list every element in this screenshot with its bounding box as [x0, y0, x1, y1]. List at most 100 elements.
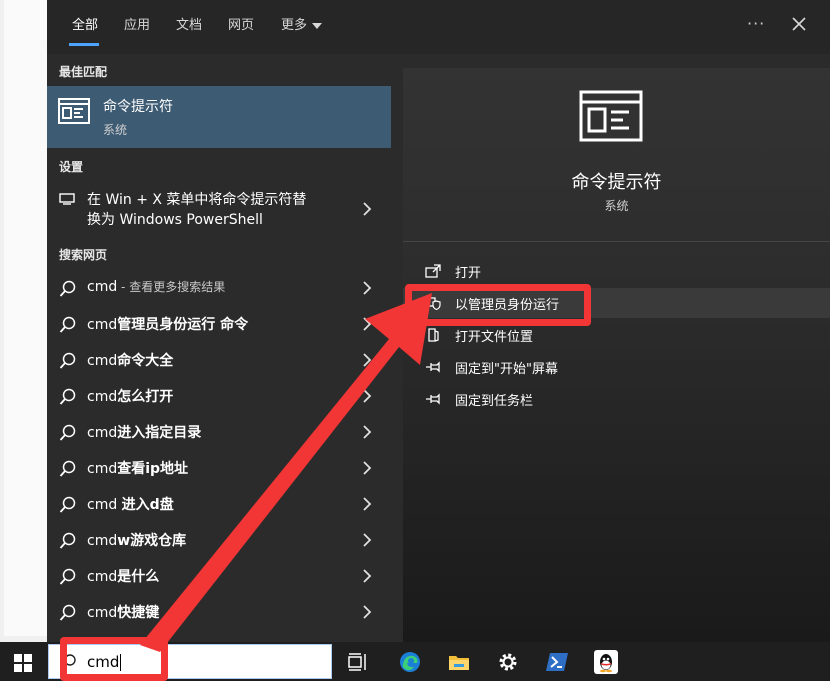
tab-all[interactable]: 全部 — [72, 16, 98, 36]
search-icon — [59, 568, 76, 585]
divider — [403, 241, 830, 242]
web-result-text: cmdw游戏仓库 — [87, 530, 186, 550]
action-open-label: 打开 — [455, 266, 482, 281]
pin-icon — [426, 393, 440, 405]
text-caret — [120, 654, 122, 671]
web-result-completion: 怎么打开 — [117, 389, 174, 405]
chevron-right-icon[interactable] — [362, 425, 372, 439]
web-result-row[interactable]: cmd 进入d盘 — [47, 486, 391, 522]
web-result-query: cmd — [87, 389, 118, 405]
action-pin-to-taskbar-label: 固定到任务栏 — [455, 394, 534, 409]
chevron-right-icon[interactable] — [362, 202, 372, 216]
search-input[interactable]: cmd — [87, 653, 122, 671]
cmd-app-large-icon — [579, 90, 643, 142]
section-best-match: 最佳匹配 — [59, 65, 108, 79]
section-settings: 设置 — [59, 160, 84, 174]
web-result-completion: w游戏仓库 — [117, 533, 187, 549]
web-result-text: cmd进入指定目录 — [87, 422, 201, 442]
active-tab-indicator — [69, 43, 99, 46]
search-icon — [59, 280, 76, 297]
chevron-right-icon[interactable] — [362, 353, 372, 367]
powershell-icon[interactable] — [545, 650, 569, 674]
chevron-right-icon[interactable] — [362, 533, 372, 547]
web-result-row[interactable]: cmd是什么 — [47, 558, 391, 594]
filter-tabs: 全部 应用 文档 网页 更多 ··· — [47, 0, 830, 54]
action-pin-to-taskbar[interactable]: 固定到任务栏 — [403, 384, 830, 414]
chevron-right-icon[interactable] — [362, 461, 372, 475]
action-open[interactable]: 打开 — [403, 256, 830, 286]
tab-more-label: 更多 — [281, 18, 308, 33]
search-icon — [59, 496, 76, 513]
setting-item-powershell[interactable]: 在 Win + X 菜单中将命令提示符替 换为 Windows PowerShel… — [47, 182, 391, 234]
best-match-item[interactable]: 命令提示符 系统 — [47, 86, 391, 148]
setting-line-1: 在 Win + X 菜单中将命令提示符替 — [87, 192, 307, 208]
web-result-query: cmd — [87, 353, 118, 369]
web-result-query: cmd — [87, 605, 118, 621]
tab-more[interactable]: 更多 — [281, 16, 323, 36]
web-result-text: cmd查看ip地址 — [87, 458, 188, 478]
web-result-row[interactable]: cmd怎么打开 — [47, 378, 391, 414]
chevron-right-icon[interactable] — [362, 317, 372, 331]
taskbar-search-box[interactable]: cmd — [48, 644, 332, 679]
results-list: 最佳匹配 命令提示符 系统 设置 在 Win + X 菜单中将命令提示符替 换为 … — [47, 54, 391, 642]
windows-start-icon[interactable] — [14, 654, 32, 672]
web-result-completion: 快捷键 — [117, 605, 160, 621]
action-run-as-admin[interactable]: 以管理员身份运行 — [403, 288, 830, 318]
web-result-text: cmd管理员身份运行 命令 — [87, 314, 248, 334]
tab-web[interactable]: 网页 — [228, 16, 254, 36]
section-web: 搜索网页 — [59, 248, 108, 262]
action-run-as-admin-label: 以管理员身份运行 — [455, 298, 560, 313]
web-result-completion: 查看ip地址 — [117, 461, 189, 477]
action-pin-to-start[interactable]: 固定到"开始"屏幕 — [403, 352, 830, 382]
tab-apps[interactable]: 应用 — [124, 16, 150, 36]
chevron-right-icon[interactable] — [362, 389, 372, 403]
search-icon — [61, 654, 76, 669]
web-result-query: cmd — [87, 461, 118, 477]
chevron-right-icon[interactable] — [362, 605, 372, 619]
web-result-text: cmd是什么 — [87, 566, 159, 586]
web-result-row[interactable]: cmd快捷键 — [47, 594, 391, 630]
web-result-query: cmd — [87, 533, 118, 549]
qq-icon[interactable] — [594, 650, 618, 674]
open-icon — [425, 264, 441, 278]
action-pin-to-start-label: 固定到"开始"屏幕 — [455, 362, 558, 377]
edge-icon[interactable] — [398, 650, 422, 674]
web-result-suffix: - 查看更多搜索结果 — [117, 280, 226, 294]
web-result-row[interactable]: cmd查看ip地址 — [47, 450, 391, 486]
web-result-row[interactable]: cmd命令大全 — [47, 342, 391, 378]
preview-app-type: 系统 — [604, 199, 629, 213]
search-icon — [59, 352, 76, 369]
web-result-row[interactable]: cmd管理员身份运行 命令 — [47, 306, 391, 342]
web-result-row[interactable]: cmdw游戏仓库 — [47, 522, 391, 558]
web-result-completion: 进入指定目录 — [117, 425, 202, 441]
web-result-completion: 管理员身份运行 命令 — [117, 317, 249, 333]
best-match-type: 系统 — [103, 123, 128, 137]
action-open-file-location[interactable]: 打开文件位置 — [403, 320, 830, 350]
web-result-row[interactable]: cmd进入指定目录 — [47, 414, 391, 450]
more-options-button[interactable]: ··· — [747, 14, 765, 33]
web-result-row[interactable]: cmd - 查看更多搜索结果 — [47, 270, 391, 306]
chevron-right-icon[interactable] — [362, 569, 372, 583]
preview-app-name: 命令提示符 — [571, 172, 662, 193]
web-result-query: cmd — [87, 279, 118, 295]
monitor-icon — [59, 193, 75, 205]
web-result-text: cmd 进入d盘 — [87, 494, 174, 514]
web-result-text: cmd快捷键 — [87, 602, 159, 622]
tab-documents[interactable]: 文档 — [176, 16, 202, 36]
folder-icon — [428, 328, 439, 342]
web-result-text: cmd - 查看更多搜索结果 — [87, 278, 225, 295]
close-icon[interactable] — [789, 14, 809, 34]
search-icon — [59, 460, 76, 477]
web-result-query: cmd — [87, 569, 118, 585]
web-result-text: cmd命令大全 — [87, 350, 173, 370]
search-icon — [59, 316, 76, 333]
web-result-query: cmd — [87, 425, 118, 441]
chevron-right-icon[interactable] — [362, 497, 372, 511]
settings-icon[interactable] — [496, 650, 520, 674]
task-view-icon[interactable] — [346, 650, 370, 674]
preview-pane: 命令提示符 系统 打开 以管理员身份运行 打开文件位置 固定到"开始"屏幕 固定… — [403, 68, 830, 642]
search-icon — [59, 532, 76, 549]
file-explorer-icon[interactable] — [447, 650, 471, 674]
web-result-text: cmd怎么打开 — [87, 386, 173, 406]
chevron-right-icon[interactable] — [362, 281, 372, 295]
